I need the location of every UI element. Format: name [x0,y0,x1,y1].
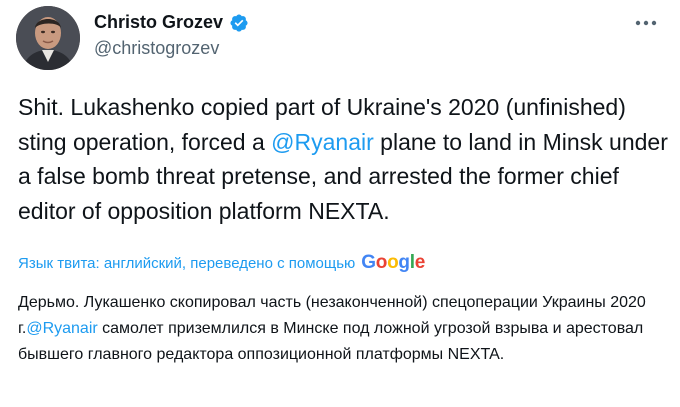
verified-badge-icon [230,13,248,32]
author-name-row: Christo Grozev [94,12,249,33]
translated-mention-link[interactable]: @Ryanair [26,320,97,337]
more-horizontal-icon[interactable] [634,16,658,30]
avatar[interactable] [16,6,80,70]
translation-label: Язык твита: английский, переведено с пом… [18,254,356,272]
translation-attribution[interactable]: Язык твита: английский, переведено с пом… [18,252,425,274]
mention-link[interactable]: @Ryanair [271,129,374,155]
author-name[interactable]: Christo Grozev [94,12,223,33]
translated-text-part2: самолет приземлился в Минске под ложной … [18,320,644,363]
translated-text: Дерьмо. Лукашенко скопировал часть (неза… [18,290,668,368]
profile-photo-icon [16,6,80,70]
google-logo: Google [361,252,425,273]
tweet-card: Christo Grozev @christogrozev Shit. Luka… [0,0,680,407]
tweet-text: Shit. Lukashenko copied part of Ukraine'… [18,90,668,228]
author-handle[interactable]: @christogrozev [94,38,219,59]
